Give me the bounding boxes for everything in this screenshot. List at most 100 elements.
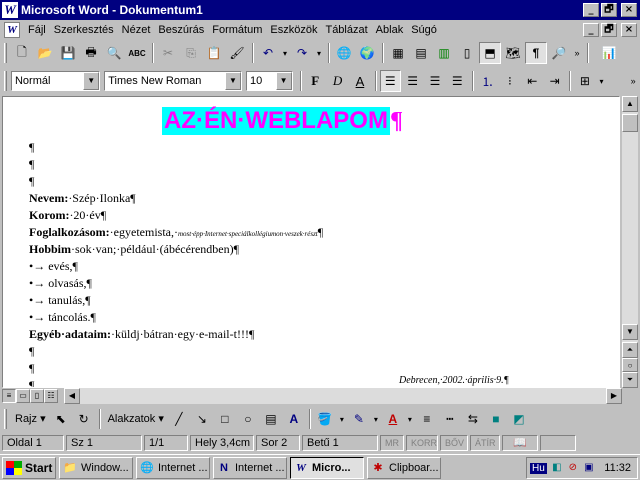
font-combo[interactable]: Times New Roman ▼: [104, 71, 242, 91]
doc-minimize-button[interactable]: _: [583, 23, 599, 37]
font-size-combo[interactable]: 10 ▼: [245, 71, 293, 91]
taskbar-item-clipboard[interactable]: ✱ Clipboar...: [367, 456, 441, 479]
scroll-left-icon[interactable]: ◀: [64, 388, 80, 404]
taskbar-item-word[interactable]: W Micro...: [290, 456, 364, 479]
menu-window[interactable]: Ablak: [372, 21, 408, 39]
previous-page-icon[interactable]: ⏶: [622, 342, 638, 358]
align-left-icon[interactable]: ☰: [379, 70, 401, 92]
paste-icon[interactable]: 📋: [203, 42, 225, 64]
fill-color-icon[interactable]: 🪣: [314, 408, 336, 430]
web-toolbar-icon[interactable]: 🌍: [356, 42, 378, 64]
spelling-icon[interactable]: ABC: [126, 42, 148, 64]
chevron-down-icon[interactable]: ▼: [224, 72, 241, 90]
redo-icon[interactable]: ↷: [291, 42, 313, 64]
line-icon[interactable]: ╱: [168, 408, 190, 430]
menu-view[interactable]: Nézet: [118, 21, 155, 39]
format-painter-icon[interactable]: 🖌: [226, 42, 248, 64]
taskbar-item-explorer[interactable]: 📁 Window...: [59, 456, 133, 479]
columns-icon[interactable]: ▯: [456, 42, 478, 64]
restore-button[interactable]: 🗗: [601, 3, 617, 17]
style-combo[interactable]: Normál ▼: [10, 71, 101, 91]
select-objects-icon[interactable]: ⬉: [50, 408, 72, 430]
dash-style-icon[interactable]: ┅: [439, 408, 461, 430]
office-assistant-icon[interactable]: 📊: [598, 42, 620, 64]
antivirus-icon[interactable]: ⊘: [566, 461, 580, 475]
vertical-scrollbar[interactable]: ▲ ▼ ⏶ ○ ⏷: [622, 96, 638, 388]
font-color-icon[interactable]: A: [382, 408, 404, 430]
font-color-dropdown-icon[interactable]: ▾: [405, 408, 415, 430]
zoom-icon[interactable]: 🔎: [548, 42, 570, 64]
menu-file[interactable]: Fájl: [24, 21, 50, 39]
borders-icon[interactable]: ⊞: [574, 70, 595, 92]
document-icon[interactable]: W: [4, 22, 20, 38]
print-preview-icon[interactable]: 🔍: [103, 42, 125, 64]
print-icon[interactable]: 🖶: [80, 42, 102, 64]
arrow-style-icon[interactable]: ⇆: [462, 408, 484, 430]
status-rec[interactable]: MR: [380, 435, 404, 451]
outline-view-icon[interactable]: ☷: [44, 389, 58, 403]
underline-button[interactable]: A: [349, 70, 370, 92]
oval-icon[interactable]: ○: [237, 408, 259, 430]
copy-icon[interactable]: ⎘: [180, 42, 202, 64]
menu-tools[interactable]: Eszközök: [266, 21, 321, 39]
wordart-icon[interactable]: A: [283, 408, 305, 430]
spelling-status-icon[interactable]: 📖: [502, 435, 538, 451]
menu-help[interactable]: Súgó: [407, 21, 441, 39]
save-icon[interactable]: 💾: [57, 42, 79, 64]
numbering-icon[interactable]: ⒈: [477, 70, 498, 92]
arrow-icon[interactable]: ↘: [191, 408, 213, 430]
clock[interactable]: 11:32: [604, 462, 631, 474]
language-indicator[interactable]: Hu: [530, 462, 547, 474]
line-style-icon[interactable]: ≡: [416, 408, 438, 430]
insert-excel-icon[interactable]: ▥: [433, 42, 455, 64]
document-page[interactable]: AZ·ÉN·WEBLAPOM¶ ¶ ¶ ¶ Nevem:·Szép·Ilonka…: [2, 96, 620, 388]
document-map-icon[interactable]: 🗺: [502, 42, 524, 64]
minimize-button[interactable]: _: [583, 3, 599, 17]
free-rotate-icon[interactable]: ↻: [73, 408, 95, 430]
taskbar-item-internet-2[interactable]: N Internet ...: [213, 456, 287, 479]
align-right-icon[interactable]: ☰: [424, 70, 445, 92]
menu-format[interactable]: Formátum: [208, 21, 266, 39]
taskbar-item-internet-1[interactable]: 🌐 Internet ...: [136, 456, 210, 479]
decrease-indent-icon[interactable]: ⇤: [522, 70, 543, 92]
menu-table[interactable]: Táblázat: [321, 21, 371, 39]
doc-restore-button[interactable]: 🗗: [601, 23, 617, 37]
bold-button[interactable]: F: [305, 70, 326, 92]
text-box-icon[interactable]: ▤: [260, 408, 282, 430]
start-button[interactable]: Start: [2, 456, 56, 479]
web-layout-icon[interactable]: ▭: [16, 389, 30, 403]
fill-color-dropdown-icon[interactable]: ▾: [337, 408, 347, 430]
status-trk[interactable]: KORR: [406, 435, 438, 451]
chevron-down-icon[interactable]: ▼: [83, 72, 100, 90]
undo-icon[interactable]: ↶: [257, 42, 279, 64]
status-ovr[interactable]: ÁTÍR: [470, 435, 500, 451]
doc-close-button[interactable]: ×: [621, 23, 637, 37]
toolbar-grip[interactable]: [4, 43, 7, 63]
toolbar-options-icon[interactable]: »: [627, 70, 639, 92]
line-color-dropdown-icon[interactable]: ▾: [371, 408, 381, 430]
toolbar-grip[interactable]: [4, 409, 7, 429]
chevron-down-icon[interactable]: ▼: [275, 72, 292, 90]
menu-edit[interactable]: Szerkesztés: [50, 21, 118, 39]
drawing-icon[interactable]: ⬒: [479, 42, 501, 64]
new-document-icon[interactable]: 🗋: [11, 42, 33, 64]
next-page-icon[interactable]: ⏷: [622, 372, 638, 388]
scroll-right-icon[interactable]: ▶: [606, 388, 622, 404]
bullets-icon[interactable]: ⁝: [499, 70, 520, 92]
tables-borders-icon[interactable]: ▦: [387, 42, 409, 64]
insert-hyperlink-icon[interactable]: 🌐: [333, 42, 355, 64]
redo-dropdown-icon[interactable]: ▾: [314, 42, 324, 64]
autoshapes-menu-button[interactable]: Alakzatok ▾: [104, 408, 168, 430]
toolbar-grip[interactable]: [4, 71, 7, 91]
italic-button[interactable]: D: [327, 70, 348, 92]
justify-icon[interactable]: ☰: [447, 70, 468, 92]
print-layout-icon[interactable]: ▯: [30, 389, 44, 403]
increase-indent-icon[interactable]: ⇥: [544, 70, 565, 92]
horizontal-scrollbar[interactable]: [80, 388, 622, 404]
rectangle-icon[interactable]: □: [214, 408, 236, 430]
close-button[interactable]: ×: [621, 3, 637, 17]
cut-icon[interactable]: ✂: [157, 42, 179, 64]
insert-table-icon[interactable]: ▤: [410, 42, 432, 64]
show-hide-icon[interactable]: ¶: [525, 42, 547, 64]
menu-insert[interactable]: Beszúrás: [154, 21, 208, 39]
